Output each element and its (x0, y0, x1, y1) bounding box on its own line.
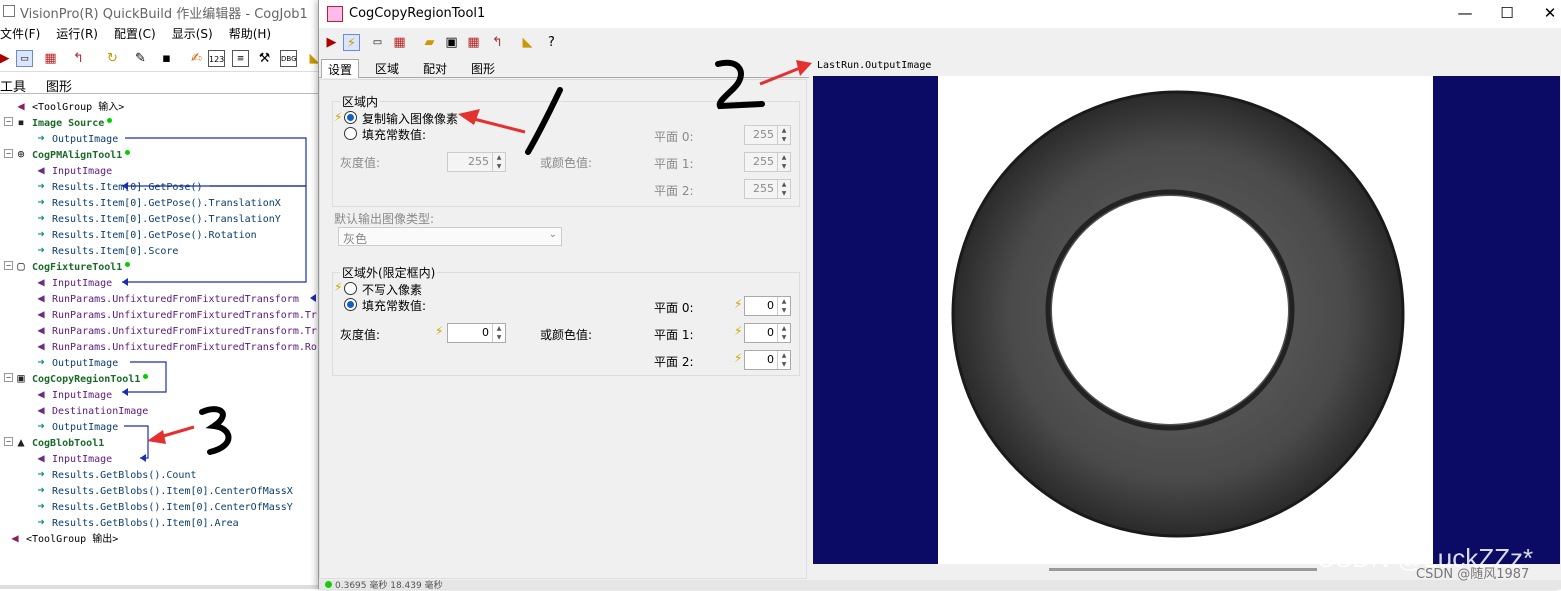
handwritten-1-stroke (525, 87, 563, 155)
handwritten-2-stroke (715, 59, 765, 110)
annotation-arrow-1 (458, 109, 526, 134)
handwritten-3-stroke (199, 406, 232, 455)
watermark-small: CSDN @随风1987 (1416, 567, 1530, 582)
annotation-arrow-2 (759, 60, 812, 86)
annotation-arrow-3 (147, 425, 195, 444)
annotation-layer (147, 59, 812, 455)
